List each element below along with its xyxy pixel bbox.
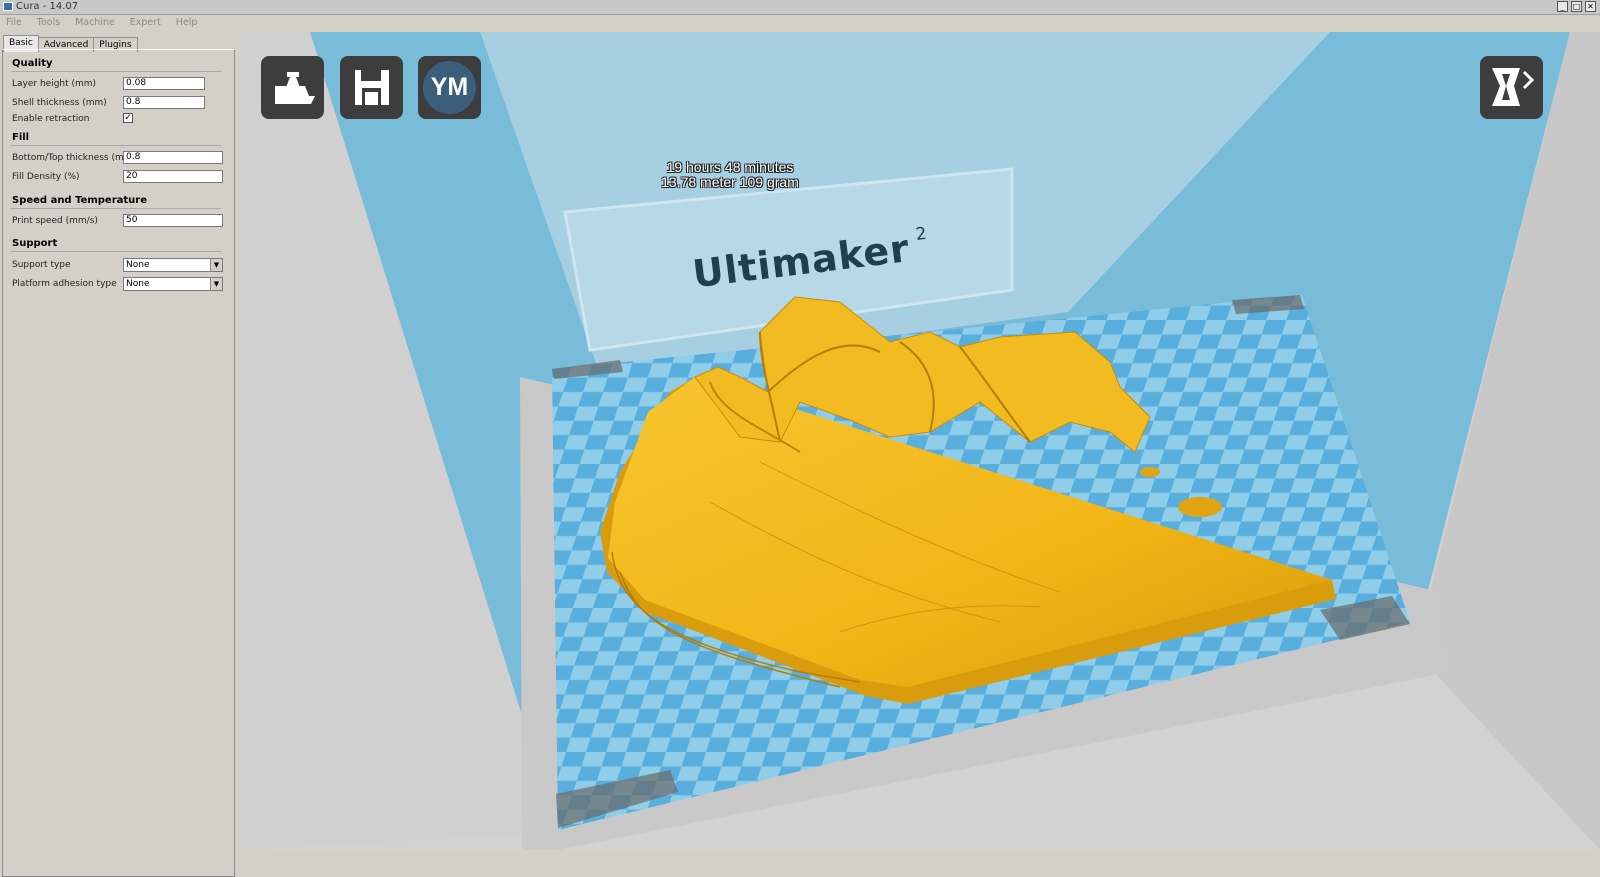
minimize-icon[interactable]: _ [1557, 1, 1568, 12]
app-icon [3, 2, 13, 11]
print-speed-field[interactable]: 50 [123, 214, 223, 227]
status-bar [240, 850, 1600, 867]
adhesion-type-label: Platform adhesion type [12, 279, 117, 289]
retraction-label: Enable retraction [12, 114, 90, 124]
print-material: 13.78 meter 109 gram [661, 174, 799, 190]
brand-superscript: 2 [914, 224, 929, 246]
fill-density-label: Fill Density (%) [12, 172, 80, 182]
divider [11, 145, 221, 146]
scene [240, 32, 1600, 850]
menu-machine[interactable]: Machine [75, 15, 115, 31]
menu-expert[interactable]: Expert [130, 15, 161, 31]
support-type-select[interactable]: None ▼ [123, 258, 223, 272]
retraction-checkbox[interactable]: ✓ [123, 113, 133, 123]
load-model-button[interactable] [261, 56, 324, 119]
save-icon [355, 70, 389, 105]
section-speed-title: Speed and Temperature [12, 195, 147, 206]
fill-density-field[interactable]: 20 [123, 170, 223, 183]
menu-tools[interactable]: Tools [37, 15, 60, 31]
support-type-value: None [126, 260, 150, 270]
chevron-down-icon[interactable]: ▼ [210, 278, 222, 290]
view-mode-button[interactable] [1480, 56, 1543, 119]
load-icon [275, 72, 315, 104]
section-fill-title: Fill [12, 132, 30, 143]
layer-height-field[interactable]: 0.08 [123, 77, 205, 90]
close-icon[interactable]: ✕ [1585, 1, 1596, 12]
print-time: 19 hours 48 minutes [666, 159, 794, 175]
menu-bar: File Tools Machine Expert Help [0, 15, 1600, 31]
bottom-top-thickness-field[interactable]: 0.8 [123, 151, 223, 164]
restore-icon[interactable]: □ [1571, 1, 1582, 12]
chevron-down-icon[interactable]: ▼ [210, 259, 222, 271]
print-estimate: 19 hours 48 minutes 13.78 meter 109 gram [610, 160, 850, 190]
bottom-top-thickness-label: Bottom/Top thickness (mm) [12, 153, 137, 163]
settings-sidebar: Basic Advanced Plugins Quality Layer heigh… [0, 32, 240, 877]
layer-height-label: Layer height (mm) [12, 79, 97, 89]
menu-file[interactable]: File [6, 15, 22, 31]
youmagine-button[interactable]: YM [418, 56, 481, 119]
3d-viewport[interactable]: Ultimaker 2 YM 19 hours 48 minutes 13.78 … [240, 32, 1600, 850]
account-avatar: YM [423, 61, 476, 114]
adhesion-type-select[interactable]: None ▼ [123, 277, 223, 291]
shell-thickness-label: Shell thickness (mm) [12, 98, 107, 108]
view-mode-icon [1492, 68, 1535, 106]
support-type-label: Support type [12, 260, 71, 270]
save-gcode-button[interactable] [340, 56, 403, 119]
menu-help[interactable]: Help [176, 15, 198, 31]
title-bar: Cura - 14.07 _ □ ✕ [0, 0, 1600, 15]
divider [11, 251, 221, 252]
divider [11, 71, 221, 72]
window-title: Cura - 14.07 [16, 1, 79, 12]
shell-thickness-field[interactable]: 0.8 [123, 96, 205, 109]
print-speed-label: Print speed (mm/s) [12, 216, 98, 226]
section-support-title: Support [12, 238, 58, 249]
adhesion-type-value: None [126, 279, 150, 289]
divider [11, 208, 221, 209]
section-quality-title: Quality [12, 58, 53, 69]
